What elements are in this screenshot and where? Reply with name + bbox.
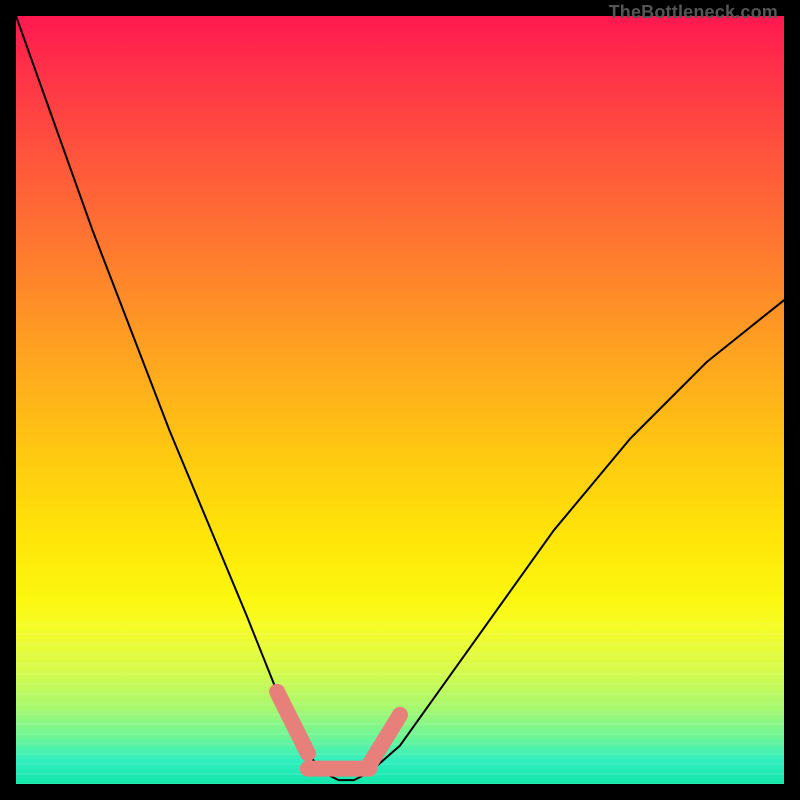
bottleneck-highlight-segments [277, 692, 400, 769]
chart-frame: TheBottleneck.com [16, 16, 784, 784]
highlight-segment [369, 715, 400, 765]
highlight-segment [277, 692, 308, 753]
bottleneck-plot [16, 16, 784, 784]
bottleneck-curve [16, 16, 784, 780]
